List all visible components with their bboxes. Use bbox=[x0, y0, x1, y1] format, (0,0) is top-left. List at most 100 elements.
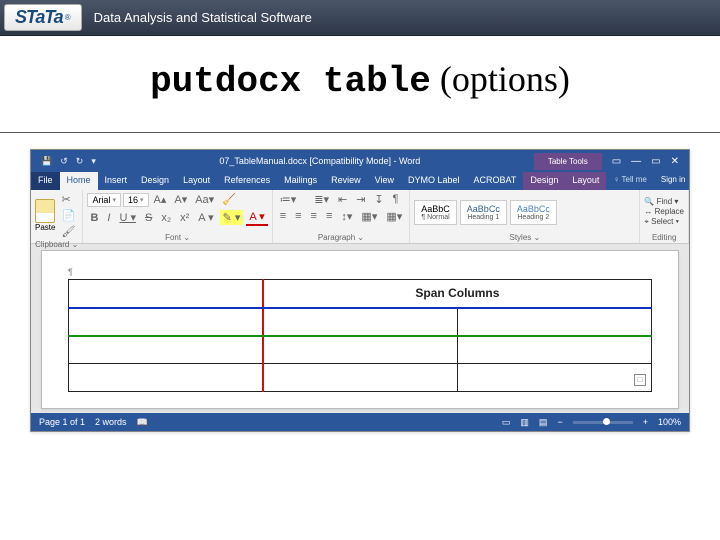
ribbon-options-icon[interactable]: ▭ bbox=[612, 156, 621, 167]
line-spacing-button[interactable]: ↕▾ bbox=[338, 209, 355, 224]
cell-r3c2[interactable] bbox=[263, 336, 457, 364]
underline-button[interactable]: U ▾ bbox=[116, 210, 139, 225]
font-label[interactable]: Font ⌄ bbox=[87, 232, 267, 243]
tab-design[interactable]: Design bbox=[134, 172, 176, 190]
print-layout-icon[interactable]: ▥ bbox=[520, 417, 529, 428]
find-button[interactable]: 🔍 Find ▾ bbox=[644, 197, 684, 206]
copy-icon[interactable]: 📄 bbox=[58, 208, 78, 223]
cell-r4c2[interactable] bbox=[263, 364, 457, 392]
window-controls: ▭ — ▭ ✕ bbox=[602, 156, 689, 167]
grow-font-icon[interactable]: A▴ bbox=[151, 192, 170, 207]
paste-icon[interactable] bbox=[35, 199, 55, 223]
tab-references[interactable]: References bbox=[217, 172, 277, 190]
span-columns-cell[interactable]: Span Columns bbox=[263, 280, 652, 308]
redo-icon[interactable]: ↻ bbox=[76, 156, 84, 167]
share-button[interactable]: ⇪ Share bbox=[692, 172, 720, 190]
style-heading2[interactable]: AaBbCc Heading 2 bbox=[510, 200, 557, 225]
language-indicator[interactable]: 📖 bbox=[137, 417, 148, 428]
zoom-in-button[interactable]: + bbox=[643, 417, 648, 427]
sort-button[interactable]: ↧ bbox=[371, 192, 386, 207]
font-color-button[interactable]: A ▾ bbox=[246, 209, 267, 226]
tab-acrobat[interactable]: ACROBAT bbox=[467, 172, 524, 190]
cell-r2c1[interactable] bbox=[69, 308, 263, 336]
select-button[interactable]: ⌖ Select ▾ bbox=[644, 217, 684, 227]
shrink-font-icon[interactable]: A▾ bbox=[171, 192, 190, 207]
font-size-combo[interactable]: 16▾ bbox=[123, 193, 149, 207]
zoom-out-button[interactable]: − bbox=[557, 417, 562, 427]
sign-in[interactable]: Sign in bbox=[654, 172, 692, 190]
text-effects-button[interactable]: A ▾ bbox=[195, 210, 216, 225]
word-window: 💾 ↺ ↻ ▾ 07_TableManual.docx [Compatibili… bbox=[30, 149, 690, 432]
indent-button[interactable]: ⇥ bbox=[353, 192, 368, 207]
minimize-icon[interactable]: — bbox=[631, 156, 641, 167]
word-titlebar: 💾 ↺ ↻ ▾ 07_TableManual.docx [Compatibili… bbox=[31, 150, 689, 172]
borders-button[interactable]: ▦▾ bbox=[383, 209, 405, 224]
document-area[interactable]: ¶ Span Columns bbox=[31, 244, 689, 413]
align-justify-button[interactable]: ≡ bbox=[323, 209, 335, 224]
page-indicator[interactable]: Page 1 of 1 bbox=[39, 417, 85, 427]
tab-mailings[interactable]: Mailings bbox=[277, 172, 324, 190]
align-left-button[interactable]: ≡ bbox=[277, 209, 289, 224]
align-center-button[interactable]: ≡ bbox=[292, 209, 304, 224]
web-layout-icon[interactable]: ▤ bbox=[539, 417, 548, 428]
shading-button[interactable]: ▦▾ bbox=[358, 209, 380, 224]
title-paren: (options) bbox=[431, 59, 570, 99]
cut-icon[interactable]: ✂ bbox=[58, 192, 78, 207]
cell-r3c1[interactable] bbox=[69, 336, 263, 364]
paste-label[interactable]: Paste bbox=[35, 223, 55, 232]
close-icon[interactable]: ✕ bbox=[671, 156, 679, 167]
subscript-button[interactable]: x₂ bbox=[158, 211, 174, 225]
group-font: Arial▾ 16▾ A▴ A▾ Aa▾ 🧹 B I U ▾ S x₂ x² A… bbox=[83, 190, 272, 243]
italic-button[interactable]: I bbox=[104, 211, 113, 225]
align-right-button[interactable]: ≡ bbox=[308, 209, 320, 224]
tab-insert[interactable]: Insert bbox=[98, 172, 135, 190]
qat-more-icon[interactable]: ▾ bbox=[91, 156, 96, 167]
save-icon[interactable]: 💾 bbox=[41, 156, 52, 167]
tab-dymo[interactable]: DYMO Label bbox=[401, 172, 467, 190]
numbering-button[interactable] bbox=[302, 192, 308, 207]
undo-icon[interactable]: ↺ bbox=[60, 156, 68, 167]
zoom-level[interactable]: 100% bbox=[658, 417, 681, 427]
tab-view[interactable]: View bbox=[368, 172, 401, 190]
font-name-combo[interactable]: Arial▾ bbox=[87, 193, 121, 207]
show-marks-button[interactable]: ¶ bbox=[390, 192, 402, 207]
cell-r4c3[interactable] bbox=[457, 364, 651, 392]
format-painter-icon[interactable]: 🖌 bbox=[58, 224, 78, 239]
multilevel-button[interactable]: ≣▾ bbox=[311, 192, 332, 207]
style-heading1[interactable]: AaBbCc Heading 1 bbox=[460, 200, 507, 225]
bold-button[interactable]: B bbox=[87, 211, 101, 225]
tab-layout[interactable]: Layout bbox=[176, 172, 217, 190]
cell-r2c2[interactable] bbox=[263, 308, 457, 336]
superscript-button[interactable]: x² bbox=[177, 211, 192, 225]
editing-label[interactable]: Editing bbox=[644, 232, 684, 243]
tab-file[interactable]: File bbox=[31, 172, 60, 190]
highlight-button[interactable]: ✎ ▾ bbox=[220, 210, 244, 225]
tab-table-design[interactable]: Design bbox=[523, 172, 565, 190]
document-title: 07_TableManual.docx [Compatibility Mode]… bbox=[106, 156, 534, 166]
replace-button[interactable]: ↔ Replace bbox=[644, 207, 684, 216]
group-clipboard: Paste ✂ 📄 🖌 Clipboard ⌄ bbox=[31, 190, 83, 243]
zoom-slider[interactable] bbox=[573, 421, 633, 424]
clipboard-label[interactable]: Clipboard ⌄ bbox=[35, 239, 78, 250]
tab-review[interactable]: Review bbox=[324, 172, 368, 190]
read-mode-icon[interactable]: ▭ bbox=[502, 417, 511, 428]
table-resize-handle[interactable]: □ bbox=[634, 374, 646, 386]
bullets-button[interactable]: ≔▾ bbox=[277, 192, 300, 207]
paragraph-label[interactable]: Paragraph ⌄ bbox=[277, 232, 406, 243]
dedent-button[interactable]: ⇤ bbox=[335, 192, 350, 207]
demo-table[interactable]: Span Columns bbox=[68, 279, 652, 392]
cell-r2c3[interactable] bbox=[457, 308, 651, 336]
tab-table-layout[interactable]: Layout bbox=[565, 172, 606, 190]
restore-icon[interactable]: ▭ bbox=[651, 156, 660, 167]
cell-r3c3[interactable] bbox=[457, 336, 651, 364]
cell-r4c1[interactable] bbox=[69, 364, 263, 392]
change-case-icon[interactable]: Aa▾ bbox=[192, 192, 217, 207]
clear-format-icon[interactable]: 🧹 bbox=[219, 192, 239, 207]
styles-label[interactable]: Styles ⌄ bbox=[414, 232, 635, 243]
style-normal[interactable]: AaBbC ¶ Normal bbox=[414, 200, 457, 225]
strike-button[interactable]: S bbox=[142, 211, 155, 225]
tell-me[interactable]: ♀ Tell me bbox=[606, 172, 653, 190]
tab-home[interactable]: Home bbox=[60, 172, 98, 190]
word-count[interactable]: 2 words bbox=[95, 417, 127, 427]
cell-r1c1[interactable] bbox=[69, 280, 263, 308]
